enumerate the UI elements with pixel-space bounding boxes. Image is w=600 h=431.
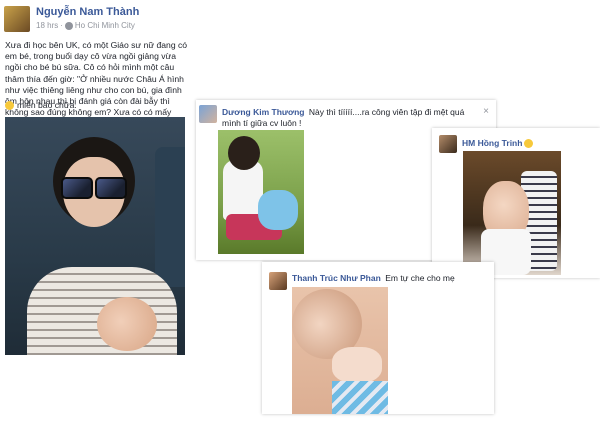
commenter-name[interactable]: HM Hồng Trinh — [462, 138, 522, 148]
post-meta: 18 hrs · Ho Chi Minh City — [36, 21, 135, 30]
airplane-seat-shape — [155, 147, 185, 287]
smile-emoji-icon — [524, 138, 534, 148]
comment-card: Thanh Trúc Như Phan Em tự che cho mẹ — [262, 262, 494, 414]
comment-card: HM Hồng Trinh — [432, 128, 600, 278]
comment-text: Em tự che cho mẹ — [385, 273, 455, 283]
post-footer: miễn bào chữa. — [5, 100, 77, 110]
commenter-name[interactable]: Thanh Trúc Như Phan — [292, 273, 381, 283]
comment-photo[interactable] — [463, 151, 561, 275]
photo-sunglasses-shape — [61, 177, 127, 199]
commenter-avatar[interactable] — [269, 272, 287, 290]
main-post: Nguyễn Nam Thành 18 hrs · Ho Chi Minh Ci… — [0, 0, 196, 431]
post-location[interactable]: Ho Chi Minh City — [75, 21, 135, 30]
smile-emoji-icon — [5, 100, 14, 110]
globe-icon — [64, 21, 73, 30]
photo-baby-shape — [97, 297, 157, 351]
commenter-avatar[interactable] — [439, 135, 457, 153]
commenter-name[interactable]: Dương Kim Thương — [222, 107, 304, 117]
post-time[interactable]: 18 hrs — [36, 21, 58, 30]
author-avatar[interactable] — [4, 6, 30, 32]
author-name[interactable]: Nguyễn Nam Thành — [36, 6, 139, 18]
post-footer-text: miễn bào chữa. — [17, 100, 77, 110]
close-icon[interactable]: × — [483, 107, 489, 117]
comment-photo[interactable] — [218, 130, 304, 254]
comment-photo[interactable] — [292, 287, 388, 414]
meta-separator: · — [60, 21, 63, 30]
post-photo[interactable] — [5, 117, 185, 355]
commenter-avatar[interactable] — [199, 105, 217, 123]
